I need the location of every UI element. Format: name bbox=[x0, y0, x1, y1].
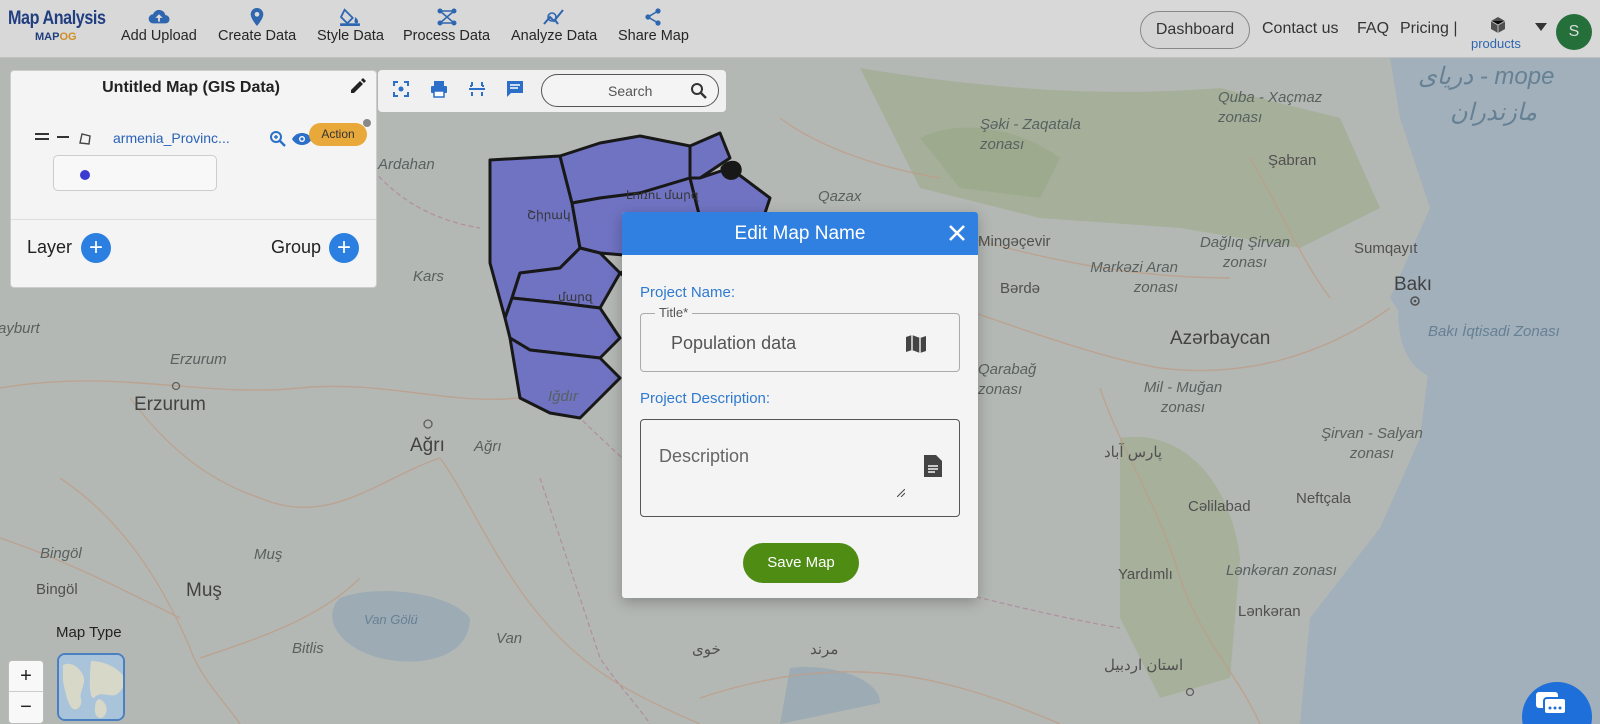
chat-icon bbox=[1536, 692, 1567, 715]
group-label: Group bbox=[271, 237, 322, 257]
layer-legend bbox=[53, 155, 217, 191]
comment-icon[interactable] bbox=[506, 80, 524, 98]
status-dot bbox=[363, 119, 371, 127]
document-icon bbox=[924, 455, 942, 477]
dialog-title: Edit Map Name bbox=[734, 223, 866, 244]
map-type-selector[interactable] bbox=[57, 653, 125, 721]
search-placeholder: Search bbox=[608, 83, 653, 99]
polygon-layer-icon bbox=[79, 133, 91, 145]
zoom-out-button[interactable]: − bbox=[9, 692, 43, 723]
add-layer-button[interactable]: + bbox=[81, 233, 111, 263]
map-icon bbox=[906, 335, 926, 353]
description-placeholder: Description bbox=[659, 446, 750, 466]
world-map-thumbnail bbox=[59, 655, 123, 719]
save-map-button[interactable]: Save Map bbox=[743, 543, 859, 583]
print-icon[interactable] bbox=[430, 80, 448, 98]
drag-handle-icon[interactable] bbox=[35, 133, 49, 141]
description-textarea[interactable]: Description bbox=[640, 419, 960, 517]
map-toolbar: Search bbox=[378, 70, 726, 112]
zoom-control: + − bbox=[8, 660, 44, 724]
legend-swatch bbox=[80, 170, 90, 180]
dialog-header: Edit Map Name bbox=[622, 212, 978, 255]
layer-name[interactable]: armenia_Provinc... bbox=[113, 130, 230, 146]
project-description-label: Project Description: bbox=[640, 390, 771, 407]
zoom-to-layer-icon[interactable] bbox=[269, 130, 287, 148]
divider bbox=[11, 219, 376, 220]
title-field-label: Title* bbox=[655, 305, 693, 320]
project-name-label: Project Name: bbox=[640, 284, 736, 301]
title-field[interactable]: Title* Population data bbox=[640, 305, 960, 372]
layers-panel: Untitled Map (GIS Data) armenia_Provinc.… bbox=[10, 70, 377, 288]
fullscreen-icon[interactable] bbox=[392, 80, 410, 98]
map-type-label: Map Type bbox=[56, 624, 122, 641]
measure-icon[interactable] bbox=[468, 80, 486, 98]
search-input[interactable]: Search bbox=[541, 74, 719, 107]
title-input-value[interactable]: Population data bbox=[671, 333, 796, 354]
add-group-button[interactable]: + bbox=[329, 233, 359, 263]
layer-label: Layer bbox=[27, 237, 73, 257]
action-button[interactable]: Action bbox=[309, 123, 367, 146]
pencil-icon[interactable] bbox=[349, 77, 367, 95]
close-icon[interactable] bbox=[947, 223, 967, 243]
zoom-in-button[interactable]: + bbox=[9, 661, 43, 692]
collapse-icon[interactable] bbox=[57, 136, 69, 139]
edit-map-name-dialog: Edit Map Name Project Name: Title* Popul… bbox=[622, 212, 978, 598]
resize-handle-icon[interactable] bbox=[897, 489, 905, 497]
map-title: Untitled Map (GIS Data) bbox=[102, 79, 280, 96]
search-icon[interactable] bbox=[690, 82, 708, 100]
